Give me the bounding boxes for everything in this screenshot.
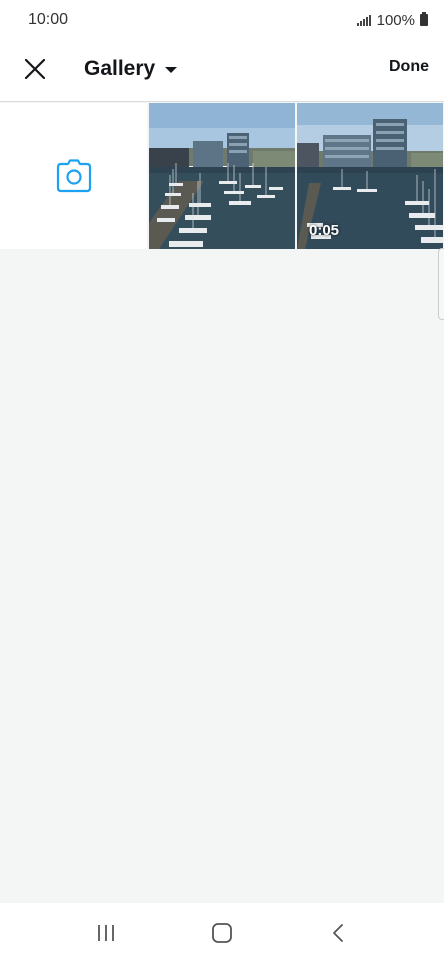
marina-photo [149, 103, 295, 249]
signal-icon [356, 14, 371, 26]
close-icon [25, 59, 45, 79]
close-button[interactable] [18, 52, 52, 86]
camera-tile[interactable] [0, 103, 147, 249]
battery-level: 100% [376, 11, 415, 29]
back-icon [333, 923, 343, 942]
video-duration: 0:05 [309, 222, 340, 239]
system-nav-bar [0, 903, 444, 962]
scroll-handle[interactable] [438, 248, 444, 320]
done-button[interactable]: Done [389, 58, 429, 76]
caret-down-icon [165, 67, 178, 73]
home-icon [212, 922, 232, 943]
photo-thumbnail[interactable] [149, 103, 295, 249]
back-button[interactable] [318, 913, 358, 953]
gallery-dropdown[interactable]: Gallery [84, 54, 178, 84]
media-grid: 0:05 [0, 103, 444, 249]
app-bar: Gallery Done [0, 40, 444, 102]
status-indicators: 100% [356, 11, 428, 29]
video-thumbnail[interactable]: 0:05 [297, 103, 443, 249]
recent-apps-icon [98, 924, 114, 941]
status-time: 10:00 [28, 11, 69, 28]
camera-icon [56, 159, 91, 193]
status-bar: 10:00 100% [0, 0, 444, 40]
home-button[interactable] [202, 913, 242, 953]
battery-icon [420, 12, 428, 26]
recent-apps-button[interactable] [86, 913, 126, 953]
page-title: Gallery [84, 57, 156, 80]
